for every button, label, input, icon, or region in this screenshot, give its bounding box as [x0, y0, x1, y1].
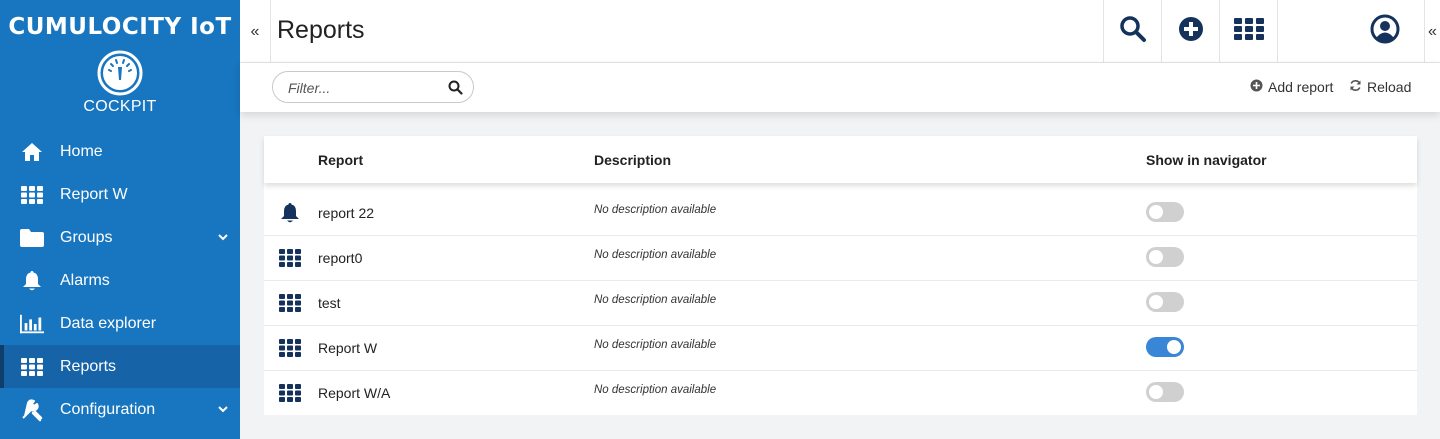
add-report-label: Add report	[1268, 79, 1334, 95]
sidebar-item-label: Data explorer	[60, 314, 157, 332]
sidebar-item-label: Home	[60, 142, 103, 160]
bell-icon	[278, 201, 302, 225]
sidebar-item-label: Configuration	[60, 400, 156, 418]
plus-circle-icon	[1250, 79, 1268, 95]
user-avatar-icon	[1370, 14, 1400, 49]
report-description: No description available	[594, 339, 717, 351]
sidebar-item-label: Reports	[60, 357, 117, 375]
brand-title: CUMULOCITY IoT	[8, 14, 232, 40]
show-in-navigator-toggle[interactable]	[1146, 337, 1184, 357]
toggle-knob	[1149, 205, 1163, 219]
report-name-link[interactable]: Report W/A	[318, 385, 390, 401]
sidebar: CUMULOCITY IoT COCKPIT Home Report W Gro…	[0, 0, 240, 439]
sidebar-item-label: Report W	[60, 185, 128, 203]
column-header-report[interactable]: Report	[318, 152, 363, 168]
sidebar-item-label: Groups	[60, 228, 113, 246]
toggle-knob	[1149, 250, 1163, 264]
grid-icon	[278, 246, 302, 270]
toggle-knob	[1149, 385, 1163, 399]
report-name-link[interactable]: test	[318, 295, 341, 311]
top-bar: « Reports «	[240, 0, 1440, 63]
add-button[interactable]	[1161, 0, 1219, 63]
chevron-down-icon[interactable]	[216, 402, 230, 416]
search-icon[interactable]	[448, 80, 463, 95]
toggle-knob	[1149, 295, 1163, 309]
reload-button[interactable]: Reload	[1349, 79, 1411, 95]
sidebar-item-groups[interactable]: Groups	[0, 216, 240, 259]
report-description: No description available	[594, 204, 717, 216]
app-name: COCKPIT	[83, 98, 157, 115]
grid-icon	[20, 183, 44, 207]
search-button[interactable]	[1103, 0, 1161, 63]
grid-icon	[278, 381, 302, 405]
report-description: No description available	[594, 384, 717, 396]
user-menu-button[interactable]	[1277, 0, 1425, 63]
filter-input[interactable]	[288, 78, 438, 98]
reports-table: Report Description Show in navigator rep…	[264, 136, 1417, 415]
folder-icon	[20, 226, 44, 250]
collapse-right-panel-button[interactable]: «	[1425, 0, 1440, 63]
sidebar-item-report-w[interactable]: Report W	[0, 173, 240, 216]
sidebar-nav: Home Report W Groups Alarms Data explore…	[0, 130, 240, 431]
report-name-link[interactable]: report0	[318, 250, 362, 266]
page-title: Reports	[277, 16, 365, 44]
add-report-button[interactable]: Add report	[1250, 79, 1333, 95]
action-bar: Add report Reload	[240, 63, 1440, 112]
bell-icon	[20, 269, 44, 293]
table-row: report 22 No description available	[264, 191, 1417, 236]
grid-icon	[20, 355, 44, 379]
report-name-link[interactable]: report 22	[318, 205, 374, 221]
reload-label: Reload	[1367, 79, 1412, 95]
toggle-knob	[1167, 340, 1181, 354]
bar-chart-icon	[20, 312, 44, 336]
table-row: test No description available	[264, 281, 1417, 326]
wrench-icon	[20, 398, 44, 422]
chevron-down-icon[interactable]	[216, 230, 230, 244]
sidebar-item-label: Alarms	[60, 271, 110, 289]
collapse-sidebar-button[interactable]: «	[240, 0, 271, 63]
search-icon	[1119, 15, 1147, 48]
grid-icon	[1233, 18, 1264, 45]
column-header-show-in-navigator[interactable]: Show in navigator	[1146, 152, 1267, 168]
column-header-description[interactable]: Description	[594, 152, 671, 168]
report-description: No description available	[594, 294, 717, 306]
grid-icon	[278, 336, 302, 360]
sidebar-item-reports[interactable]: Reports	[0, 345, 240, 388]
plus-circle-icon	[1178, 16, 1204, 47]
refresh-icon	[1349, 79, 1367, 95]
table-body: report 22 No description available report0…	[264, 191, 1417, 415]
sidebar-item-alarms[interactable]: Alarms	[0, 259, 240, 302]
sidebar-item-configuration[interactable]: Configuration	[0, 388, 240, 431]
show-in-navigator-toggle[interactable]	[1146, 382, 1184, 402]
report-description: No description available	[594, 249, 717, 261]
grid-icon	[278, 291, 302, 315]
cockpit-gauge-icon	[97, 50, 143, 96]
sidebar-item-data-explorer[interactable]: Data explorer	[0, 302, 240, 345]
table-row: Report W/A No description available	[264, 371, 1417, 415]
home-icon	[20, 140, 44, 164]
report-name-link[interactable]: Report W	[318, 340, 377, 356]
filter-field[interactable]	[272, 71, 474, 103]
show-in-navigator-toggle[interactable]	[1146, 202, 1184, 222]
table-row: report0 No description available	[264, 236, 1417, 281]
app-switcher-button[interactable]	[1219, 0, 1277, 63]
show-in-navigator-toggle[interactable]	[1146, 292, 1184, 312]
table-row: Report W No description available	[264, 326, 1417, 371]
show-in-navigator-toggle[interactable]	[1146, 247, 1184, 267]
brand: CUMULOCITY IoT COCKPIT	[0, 0, 240, 130]
table-header: Report Description Show in navigator	[264, 136, 1417, 183]
sidebar-item-home[interactable]: Home	[0, 130, 240, 173]
